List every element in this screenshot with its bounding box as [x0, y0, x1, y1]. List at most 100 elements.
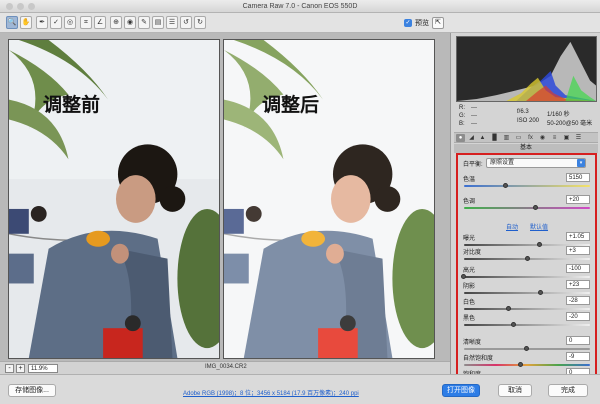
- presets-tab-icon[interactable]: ≡: [550, 134, 559, 142]
- zoom-in-button[interactable]: +: [16, 364, 25, 373]
- slider-value-field[interactable]: +20: [566, 195, 590, 204]
- white-balance-icon[interactable]: ✒: [36, 16, 48, 29]
- snapshots-tab-icon[interactable]: ▣: [562, 134, 571, 142]
- zoom-out-button[interactable]: -: [5, 364, 14, 373]
- rotate-right-icon[interactable]: ↻: [194, 16, 206, 29]
- slider-label: 对比度: [463, 250, 482, 256]
- slider-thumb[interactable]: [525, 256, 531, 261]
- slider-value-field[interactable]: -28: [566, 296, 590, 305]
- effects-tab-icon[interactable]: fx: [526, 134, 535, 142]
- spot-removal-icon[interactable]: ⊕: [110, 16, 122, 29]
- image-preview-area: 调整前 调整后: [0, 33, 450, 361]
- histogram-graph: [457, 37, 596, 101]
- before-image-pane[interactable]: 调整前: [8, 39, 220, 359]
- after-label: 调整后: [262, 94, 320, 116]
- rotate-left-icon[interactable]: ↺: [180, 16, 192, 29]
- slider-thumb[interactable]: [517, 362, 523, 367]
- default-link[interactable]: 默认值: [530, 222, 548, 231]
- before-label: 调整前: [43, 94, 101, 116]
- title-bar: Camera Raw 7.0 - Canon EOS 550D: [0, 0, 600, 13]
- auto-link[interactable]: 自动: [506, 222, 518, 231]
- b-value: ---: [471, 121, 477, 127]
- lens-corrections-tab-icon[interactable]: ▭: [514, 134, 523, 142]
- slider-thumb[interactable]: [524, 346, 529, 351]
- slider-label: 曝光: [463, 236, 476, 242]
- slider-track[interactable]: [464, 324, 590, 326]
- aperture-value: f/6.3: [517, 109, 529, 115]
- iso-value: ISO 200: [517, 118, 540, 124]
- preferences-icon[interactable]: ☰: [166, 16, 178, 29]
- slider-value-field[interactable]: +23: [566, 280, 590, 289]
- slider-label: 白色: [463, 300, 476, 306]
- slider-thumb[interactable]: [536, 242, 542, 247]
- b-label: B:: [459, 121, 465, 127]
- slider-track[interactable]: [464, 364, 590, 366]
- slider-value-field[interactable]: -20: [566, 312, 590, 321]
- basic-adjustments-panel: 白平衡: 原照设置 ▾ 自动 默认值 色温 5150 色调 +20 曝光 +1.05 对比度…: [456, 153, 597, 385]
- graduated-filter-icon[interactable]: ▤: [152, 16, 164, 29]
- slider-track[interactable]: [464, 308, 590, 310]
- lens-value: 50-200@50 毫米: [547, 121, 593, 127]
- cancel-button[interactable]: 取消: [498, 384, 532, 397]
- slider-track[interactable]: [464, 185, 590, 187]
- camera-calibration-tab-icon[interactable]: ◉: [538, 134, 547, 142]
- color-sampler-icon[interactable]: ✓: [50, 16, 62, 29]
- slider-label: 高光: [463, 268, 476, 274]
- brush-icon[interactable]: ✎: [138, 16, 150, 29]
- slider-value-field[interactable]: 0: [566, 336, 590, 345]
- split-toning-tab-icon[interactable]: ▥: [502, 134, 511, 142]
- hand-icon[interactable]: ✋: [20, 16, 32, 29]
- panel-menu-icon[interactable]: ☰: [574, 134, 583, 142]
- slider-track[interactable]: [464, 276, 590, 278]
- slider-value-field[interactable]: -9: [566, 352, 590, 361]
- crop-icon[interactable]: ⌗: [80, 16, 92, 29]
- white-balance-select[interactable]: 原照设置 ▾: [486, 158, 586, 168]
- slider-thumb[interactable]: [537, 290, 543, 295]
- save-image-button[interactable]: 存储图像...: [8, 384, 56, 397]
- panel-tabs: ● ◢ ▲ █ ▥ ▭ fx ◉ ≡ ▣ ☰: [454, 132, 598, 143]
- histogram: [456, 36, 597, 102]
- slider-thumb[interactable]: [506, 306, 512, 311]
- readout-panel: R: --- G: --- B: --- f/6.3 1/160 秒 ISO 2…: [457, 105, 597, 129]
- slider-thumb[interactable]: [461, 274, 466, 279]
- toolbar: 🔍 ✋ ✒ ✓ ◎ ⌗ ∠ ⊕ ◉ ✎ ▤ ☰ ↺ ↻ ✓ 预览 ⇱: [0, 13, 600, 33]
- workflow-options-link[interactable]: Adobe RGB (1998)；8 位；3456 x 5184 (17.9 百…: [183, 388, 359, 397]
- g-value: ---: [471, 113, 477, 119]
- slider-value-field[interactable]: +1.05: [566, 232, 590, 241]
- slider-thumb[interactable]: [532, 205, 538, 210]
- after-image-pane[interactable]: 调整后: [223, 39, 435, 359]
- red-eye-icon[interactable]: ◉: [124, 16, 136, 29]
- minimize-window-button[interactable]: [17, 3, 24, 10]
- slider-value-field[interactable]: 5150: [566, 173, 590, 182]
- bottom-bar: 存储图像... Adobe RGB (1998)；8 位；3456 x 5184…: [0, 374, 600, 404]
- zoom-window-button[interactable]: [28, 3, 35, 10]
- shutter-value: 1/160 秒: [547, 112, 570, 118]
- target-adjust-icon[interactable]: ◎: [64, 16, 76, 29]
- slider-track[interactable]: [464, 292, 590, 294]
- basic-tab-icon[interactable]: ●: [456, 134, 465, 142]
- fullscreen-icon[interactable]: ⇱: [432, 17, 444, 29]
- zoom-icon[interactable]: 🔍: [6, 16, 18, 29]
- slider-value-field[interactable]: +3: [566, 246, 590, 255]
- tone-curve-tab-icon[interactable]: ◢: [467, 134, 476, 142]
- before-photo: [9, 40, 219, 358]
- slider-label: 色温: [463, 177, 476, 183]
- slider-label: 色调: [463, 199, 476, 205]
- white-balance-value: 原照设置: [490, 160, 515, 166]
- close-window-button[interactable]: [6, 3, 13, 10]
- hsl-tab-icon[interactable]: █: [490, 134, 499, 142]
- right-panel: R: --- G: --- B: --- f/6.3 1/160 秒 ISO 2…: [450, 33, 600, 385]
- detail-tab-icon[interactable]: ▲: [478, 134, 487, 142]
- preview-checkbox[interactable]: ✓: [404, 19, 412, 27]
- slider-value-field[interactable]: -100: [566, 264, 590, 273]
- slider-track[interactable]: [464, 207, 590, 209]
- open-image-button[interactable]: 打开图像: [442, 384, 480, 397]
- slider-thumb[interactable]: [502, 183, 508, 188]
- window-title: Camera Raw 7.0 - Canon EOS 550D: [242, 3, 358, 10]
- zoom-level-select[interactable]: 11.9%: [28, 364, 58, 373]
- slider-label: 阴影: [463, 284, 476, 290]
- straighten-icon[interactable]: ∠: [94, 16, 106, 29]
- done-button[interactable]: 完成: [548, 384, 588, 397]
- filename-label: IMG_0034.CR2: [205, 364, 247, 370]
- slider-thumb[interactable]: [511, 322, 517, 327]
